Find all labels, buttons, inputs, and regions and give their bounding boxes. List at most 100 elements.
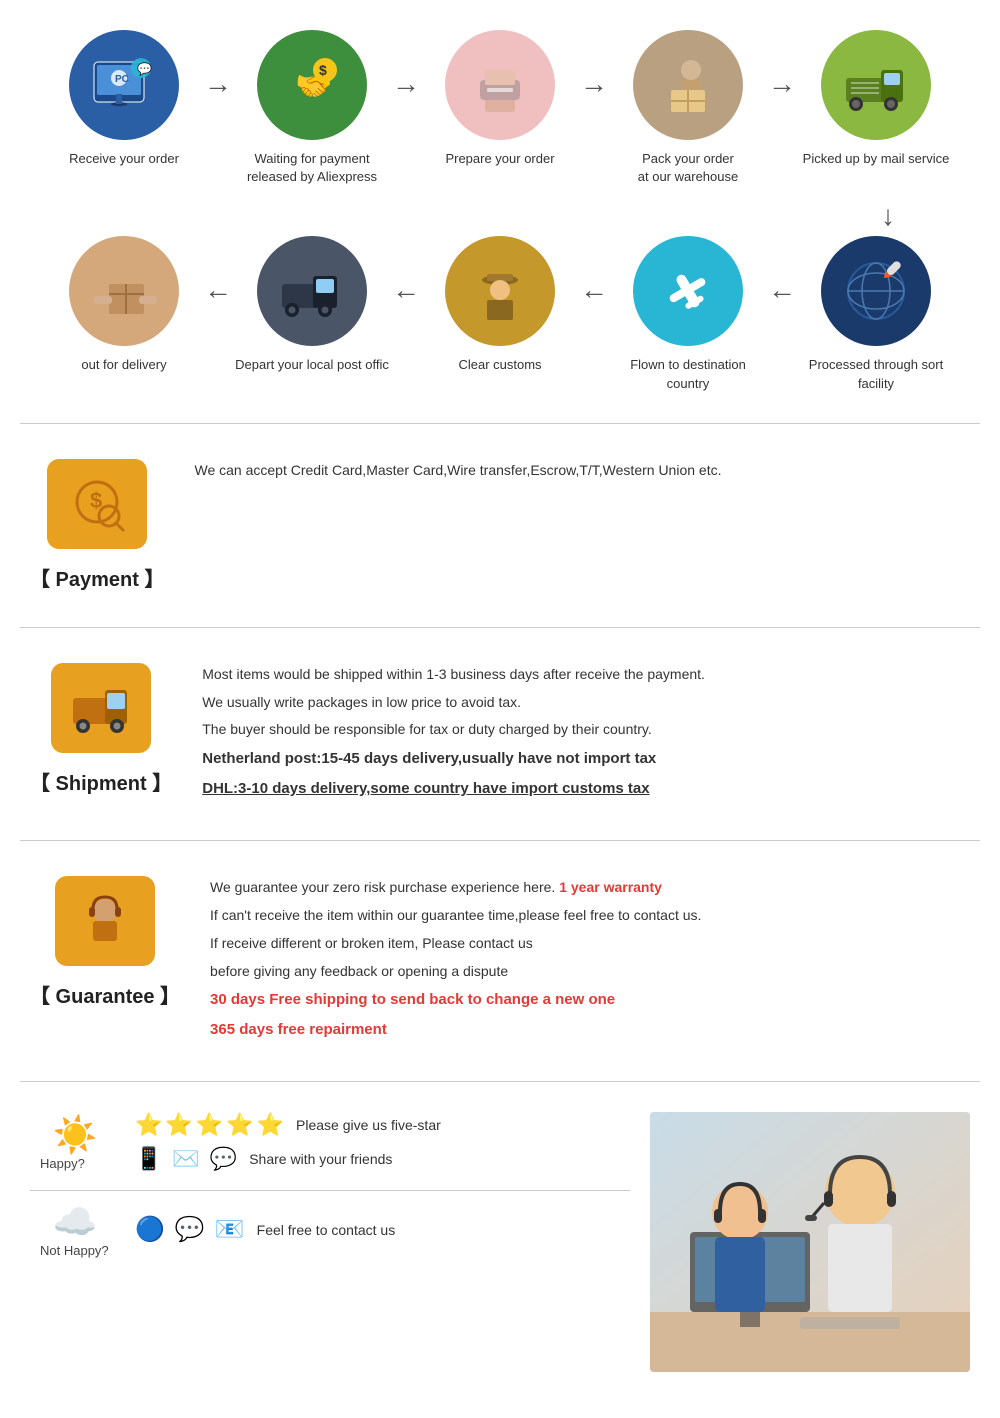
flow-label-pickup: Picked up by mail service [803, 150, 950, 168]
shipment-icon-wrap: 【 Shipment 】 [30, 663, 172, 796]
flow-circle-post [257, 236, 367, 346]
star-1: ⭐ [135, 1112, 162, 1138]
arrow-down: ↓ [881, 200, 905, 232]
guarantee-line4: before giving any feedback or opening a … [210, 960, 970, 984]
star-5: ⭐ [257, 1112, 284, 1138]
arrow-5: ← [204, 274, 232, 306]
flow-label-customs: Clear customs [458, 356, 541, 374]
contact-text: Feel free to contact us [257, 1222, 396, 1238]
truck-depart-icon [277, 256, 347, 326]
bottom-section: ☀️ Happy? ⭐ ⭐ ⭐ ⭐ ⭐ Please give us five-… [0, 1092, 1000, 1392]
flow-circle-pack [633, 30, 743, 140]
payment-handshake-icon: 🤝 $ [277, 50, 347, 120]
wechat-icon: 💬 [175, 1215, 205, 1244]
flow-item-depart-post: Depart your local post offic [232, 236, 392, 374]
divider-1 [20, 423, 980, 424]
svg-text:💬: 💬 [137, 62, 152, 76]
flow-circle-delivery [69, 236, 179, 346]
flow-circle-receive: PC 💬 [69, 30, 179, 140]
star-2: ⭐ [165, 1112, 192, 1138]
guarantee-line1-wrap: We guarantee your zero risk purchase exp… [210, 876, 970, 900]
flow-circle-payment: 🤝 $ [257, 30, 367, 140]
arrow-4: → [768, 68, 796, 100]
cs-image-svg [650, 1112, 970, 1372]
payment-icon-box: $ [47, 459, 147, 549]
pack-order-icon [653, 50, 723, 120]
flow-item-receive-order: PC 💬 Receive your order [44, 30, 204, 168]
shipment-icon-box [51, 663, 151, 753]
flow-item-pack-order: Pack your orderat our warehouse [608, 30, 768, 186]
flow-label-post: Depart your local post offic [235, 356, 389, 374]
flow-circle-prepare [445, 30, 555, 140]
sun-icon: ☀️ [50, 1114, 100, 1156]
guarantee-content: We guarantee your zero risk purchase exp… [210, 876, 970, 1046]
flow-row-2: out for delivery ← Depart your local pos… [20, 236, 980, 392]
svg-text:$: $ [319, 62, 327, 78]
email-icon: ✉️ [172, 1146, 199, 1172]
divider-4 [20, 1081, 980, 1082]
guarantee-label: 【 Guarantee 】 [30, 980, 180, 1009]
flow-label-sort: Processed through sort facility [796, 356, 956, 392]
share-text: Share with your friends [249, 1151, 392, 1167]
payment-icon-wrap: $ 【 Payment 】 [30, 459, 164, 592]
guarantee-line5: 30 days Free shipping to send back to ch… [210, 987, 970, 1013]
guarantee-line6: 365 days free repairment [210, 1017, 970, 1043]
payment-section: $ 【 Payment 】 We can accept Credit Card,… [0, 434, 1000, 617]
flow-item-flown: Flown to destination country [608, 236, 768, 392]
social-icons: 📱 ✉️ 💬 [135, 1146, 237, 1172]
shipping-flow-section: PC 💬 Receive your order → 🤝 $ [0, 0, 1000, 413]
flow-item-waiting-payment: 🤝 $ Waiting for payment released by Alie… [232, 30, 392, 186]
bottom-left: ☀️ Happy? ⭐ ⭐ ⭐ ⭐ ⭐ Please give us five-… [30, 1112, 630, 1258]
receive-order-icon: PC 💬 [89, 50, 159, 120]
flow-circle-flight [633, 236, 743, 346]
shipment-line1: Most items would be shipped within 1-3 b… [202, 663, 970, 687]
not-happy-label: Not Happy? [40, 1243, 110, 1258]
guarantee-line1: We guarantee your zero risk purchase exp… [210, 879, 555, 895]
shipment-content: Most items would be shipped within 1-3 b… [202, 663, 970, 805]
mail-icon: 📧 [215, 1215, 245, 1244]
shipment-line4: Netherland post:15-45 days delivery,usua… [202, 746, 970, 772]
flow-item-picked-up: Picked up by mail service [796, 30, 956, 168]
shipment-line3: The buyer should be responsible for tax … [202, 718, 970, 742]
not-happy-row: ☁️ Not Happy? 🔵 💬 📧 Feel free to contact… [30, 1201, 630, 1258]
chat-icon: 💬 [210, 1146, 237, 1172]
delivery-box-icon [89, 256, 159, 326]
arrow-3: → [580, 68, 608, 100]
shipment-label: 【 Shipment 】 [30, 767, 172, 796]
flow-item-out-delivery: out for delivery [44, 236, 204, 374]
phone-icon: 📱 [135, 1146, 162, 1172]
happy-row: ☀️ Happy? ⭐ ⭐ ⭐ ⭐ ⭐ Please give us five-… [30, 1112, 630, 1172]
skype-icon: 🔵 [135, 1215, 165, 1244]
arrow-down-wrap: ↓ [20, 196, 980, 236]
sort-facility-icon [841, 256, 911, 326]
flow-row-1: PC 💬 Receive your order → 🤝 $ [20, 30, 980, 186]
guarantee-icon [75, 891, 135, 951]
pickup-truck-icon [841, 50, 911, 120]
divider-3 [20, 840, 980, 841]
payment-text: We can accept Credit Card,Master Card,Wi… [194, 459, 970, 483]
flow-label-pack: Pack your orderat our warehouse [638, 150, 738, 186]
flow-circle-customs [445, 236, 555, 346]
shipment-line5: DHL:3-10 days delivery,some country have… [202, 776, 970, 802]
arrow-2: → [392, 68, 420, 100]
payment-icon: $ [67, 474, 127, 534]
shipment-section: 【 Shipment 】 Most items would be shipped… [0, 638, 1000, 830]
payment-label: 【 Payment 】 [30, 563, 164, 592]
divider-inner [30, 1190, 630, 1191]
flow-item-sort: Processed through sort facility [796, 236, 956, 392]
guarantee-line2: If can't receive the item within our gua… [210, 904, 970, 928]
guarantee-section: 【 Guarantee 】 We guarantee your zero ris… [0, 851, 1000, 1071]
flow-label-prepare: Prepare your order [445, 150, 554, 168]
cloud-icon: ☁️ [50, 1201, 100, 1243]
flow-circle-sort [821, 236, 931, 346]
svg-text:PC: PC [115, 74, 129, 85]
flow-label-receive: Receive your order [69, 150, 179, 168]
flow-item-clear-customs: Clear customs [420, 236, 580, 374]
flow-circle-pickup [821, 30, 931, 140]
flow-label-flown: Flown to destination country [608, 356, 768, 392]
arrow-6: ← [392, 274, 420, 306]
payment-content: We can accept Credit Card,Master Card,Wi… [194, 459, 970, 487]
flow-label-payment: Waiting for payment released by Aliexpre… [232, 150, 392, 186]
guarantee-warranty: 1 year warranty [559, 879, 662, 895]
contact-icons: 🔵 💬 📧 [135, 1215, 245, 1244]
